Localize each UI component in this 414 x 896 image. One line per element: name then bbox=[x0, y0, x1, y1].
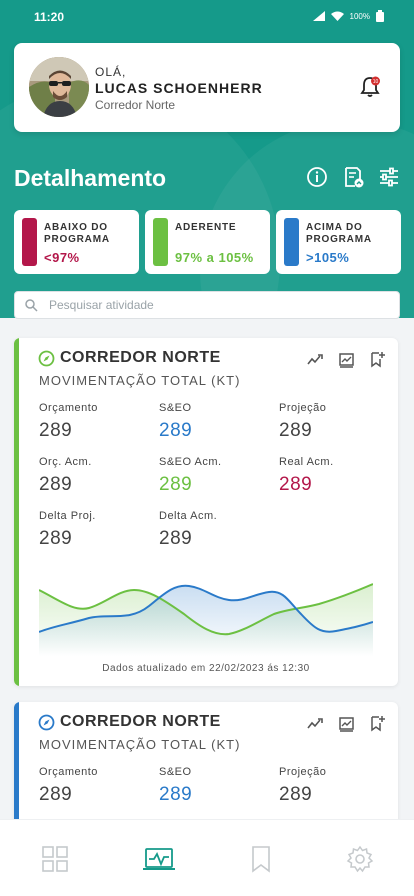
metric-label: Real Acm. bbox=[279, 456, 334, 468]
battery-icon bbox=[376, 10, 384, 22]
metric-value: 289 bbox=[39, 420, 73, 441]
user-name: LUCAS SCHOENHERR bbox=[95, 80, 263, 96]
metric-label: Delta Proj. bbox=[39, 510, 96, 522]
metric-projecao: Projeção 289 bbox=[279, 402, 326, 442]
signal-icon bbox=[312, 11, 325, 21]
settings-icon[interactable] bbox=[345, 844, 375, 874]
bottom-nav bbox=[0, 819, 414, 896]
metric-orc-acm: Orç. Acm. 289 bbox=[39, 456, 92, 496]
metric-label: S&EO bbox=[159, 766, 192, 778]
legend-above-program[interactable]: ACIMA DO PROGRAMA >105% bbox=[276, 210, 401, 274]
bookmark-add-icon[interactable] bbox=[369, 715, 386, 732]
dashboard-icon[interactable] bbox=[40, 844, 70, 874]
metric-value: 289 bbox=[39, 474, 73, 495]
bookmark-add-icon[interactable] bbox=[369, 351, 386, 368]
metric-real-acm: Real Acm. 289 bbox=[279, 456, 334, 496]
metric-label: Orçamento bbox=[39, 402, 98, 414]
metric-label: Orçamento bbox=[39, 766, 98, 778]
metric-value: 289 bbox=[279, 420, 313, 441]
report-icon[interactable] bbox=[342, 166, 364, 188]
metric-label: Projeção bbox=[279, 766, 327, 778]
metric-value: 289 bbox=[279, 474, 313, 495]
status-stripe bbox=[14, 702, 19, 832]
legend-below-program[interactable]: ABAIXO DO PROGRAMA <97% bbox=[14, 210, 139, 274]
nav-active-indicator bbox=[143, 868, 175, 870]
metric-orcamento: Orçamento 289 bbox=[39, 402, 98, 442]
metric-value: 289 bbox=[39, 528, 73, 549]
user-role: Corredor Norte bbox=[95, 98, 176, 112]
metric-orcamento: Orçamento 289 bbox=[39, 766, 98, 806]
legend-color-bar bbox=[22, 218, 37, 266]
filter-icon[interactable] bbox=[378, 166, 400, 188]
metric-value: 289 bbox=[159, 474, 193, 495]
metric-seo-acm: S&EO Acm. 289 bbox=[159, 456, 222, 496]
metric-seo: S&EO 289 bbox=[159, 766, 192, 806]
metric-value: 289 bbox=[39, 784, 73, 805]
card-subtitle: MOVIMENTAÇÃO TOTAL (KT) bbox=[39, 737, 241, 752]
greeting: OLÁ, bbox=[95, 65, 127, 79]
legend-label: ABAIXO DO PROGRAMA bbox=[44, 222, 110, 245]
status-time: 11:20 bbox=[34, 10, 65, 24]
card-subtitle: MOVIMENTAÇÃO TOTAL (KT) bbox=[39, 373, 241, 388]
legend-value: >105% bbox=[306, 250, 350, 265]
notification-count: 10 bbox=[373, 79, 379, 85]
notification-bell-icon[interactable]: 10 bbox=[358, 75, 382, 99]
metric-label: S&EO bbox=[159, 402, 192, 414]
metric-value: 289 bbox=[159, 420, 193, 441]
metric-label: S&EO Acm. bbox=[159, 456, 222, 468]
activity-card[interactable]: CORREDOR NORTE MOVIMENTAÇÃO TOTAL (KT) O… bbox=[14, 702, 398, 832]
legend-label: ADERENTE bbox=[175, 222, 237, 233]
metric-seo: S&EO 289 bbox=[159, 402, 192, 442]
profile-card: OLÁ, LUCAS SCHOENHERR Corredor Norte 10 bbox=[14, 43, 400, 132]
chart-icon[interactable] bbox=[338, 351, 355, 368]
trend-icon[interactable] bbox=[307, 351, 324, 368]
legend-label: ACIMA DO PROGRAMA bbox=[306, 222, 372, 245]
trend-icon[interactable] bbox=[307, 715, 324, 732]
metric-delta-proj: Delta Proj. 289 bbox=[39, 510, 96, 550]
battery-percent: 100% bbox=[349, 11, 370, 21]
info-icon[interactable] bbox=[306, 166, 328, 188]
legend-color-bar bbox=[153, 218, 168, 266]
compass-icon bbox=[38, 714, 55, 731]
metric-label: Delta Acm. bbox=[159, 510, 218, 522]
updated-timestamp: Dados atualizado em 22/02/2023 ás 12:30 bbox=[102, 663, 310, 674]
legend-value: 97% a 105% bbox=[175, 250, 254, 265]
page-title: Detalhamento bbox=[14, 165, 167, 191]
bookmark-icon[interactable] bbox=[246, 844, 276, 874]
chart-icon[interactable] bbox=[338, 715, 355, 732]
metric-label: Orç. Acm. bbox=[39, 456, 92, 468]
legend-color-bar bbox=[284, 218, 299, 266]
metric-value: 289 bbox=[159, 784, 193, 805]
avatar[interactable] bbox=[29, 57, 89, 117]
legend-adherent[interactable]: ADERENTE 97% a 105% bbox=[145, 210, 270, 274]
activity-card[interactable]: CORREDOR NORTE MOVIMENTAÇÃO TOTAL (KT) O… bbox=[14, 338, 398, 686]
metric-value: 289 bbox=[159, 528, 193, 549]
legend-value: <97% bbox=[44, 250, 80, 265]
card-title: CORREDOR NORTE bbox=[60, 713, 221, 730]
search-icon bbox=[25, 299, 38, 312]
wifi-icon bbox=[330, 11, 344, 21]
trend-chart bbox=[39, 583, 373, 656]
status-bar: 11:20 100% bbox=[0, 0, 414, 34]
metric-value: 289 bbox=[279, 784, 313, 805]
search-input[interactable]: Pesquisar atividade bbox=[49, 298, 154, 312]
metric-projecao: Projeção 289 bbox=[279, 766, 326, 806]
metric-delta-acm: Delta Acm. 289 bbox=[159, 510, 217, 550]
search-bar[interactable]: Pesquisar atividade bbox=[14, 291, 400, 319]
status-stripe bbox=[14, 338, 19, 686]
card-title: CORREDOR NORTE bbox=[60, 349, 221, 366]
compass-icon bbox=[38, 350, 55, 367]
metric-label: Projeção bbox=[279, 402, 327, 414]
